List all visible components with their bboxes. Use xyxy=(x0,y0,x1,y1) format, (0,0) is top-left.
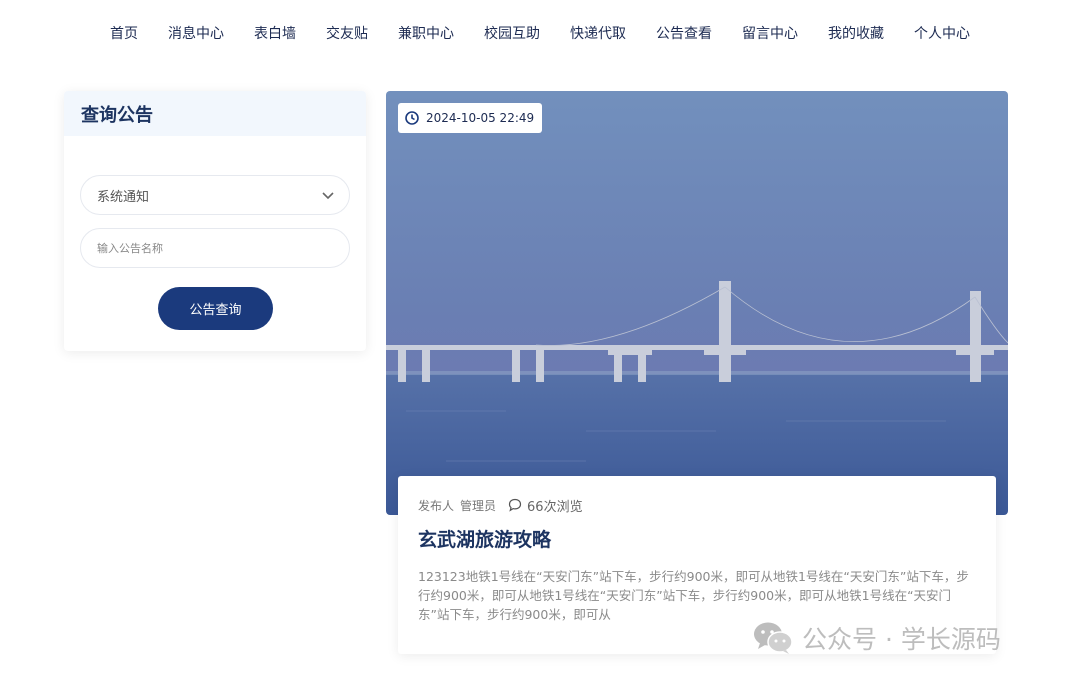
wechat-icon xyxy=(754,622,793,654)
nav-item-friend-posts[interactable]: 交友贴 xyxy=(326,23,368,43)
nav-item-notices[interactable]: 公告查看 xyxy=(656,23,712,43)
category-select-value: 系统通知 xyxy=(97,189,150,205)
nav-item-campus-help[interactable]: 校园互助 xyxy=(484,23,540,43)
clock-icon xyxy=(405,111,419,125)
notice-name-input[interactable] xyxy=(80,228,350,268)
notice-card[interactable] xyxy=(386,91,1008,515)
comment-icon xyxy=(508,498,522,512)
watermark: 公众号 · 学长源码 xyxy=(752,618,1001,658)
chevron-down-icon xyxy=(322,192,334,200)
notice-search-panel: 查询公告 系统通知 公告查询 xyxy=(64,91,366,351)
nav-list: 首页 消息中心 表白墙 交友贴 兼职中心 校园互助 快递代取 公告查看 留言中心… xyxy=(95,23,985,43)
nav-item-messages[interactable]: 消息中心 xyxy=(168,23,224,43)
top-nav: 首页 消息中心 表白墙 交友贴 兼职中心 校园互助 快递代取 公告查看 留言中心… xyxy=(0,0,1080,66)
nav-item-guestbook[interactable]: 留言中心 xyxy=(742,23,798,43)
nav-item-confession-wall[interactable]: 表白墙 xyxy=(254,23,296,43)
author-name: 管理员 xyxy=(460,498,497,513)
nav-item-part-time[interactable]: 兼职中心 xyxy=(398,23,454,43)
notice-cover-image xyxy=(386,91,1008,515)
watermark-text: 公众号 · 学长源码 xyxy=(802,625,1001,654)
query-notice-button[interactable]: 公告查询 xyxy=(158,287,273,330)
notice-date-badge: 2024-10-05 22:49 xyxy=(398,103,542,133)
panel-title: 查询公告 xyxy=(81,104,153,126)
view-count: 66次浏览 xyxy=(527,499,583,515)
nav-item-profile[interactable]: 个人中心 xyxy=(914,23,970,43)
nav-item-home[interactable]: 首页 xyxy=(110,23,138,43)
notice-date: 2024-10-05 22:49 xyxy=(426,111,535,125)
author-label: 发布人 xyxy=(418,498,455,513)
nav-item-express-pickup[interactable]: 快递代取 xyxy=(570,23,626,43)
notice-meta: 发布人 管理员 66次浏览 xyxy=(418,496,976,515)
notice-title[interactable]: 玄武湖旅游攻略 xyxy=(418,525,976,552)
category-select[interactable]: 系统通知 xyxy=(80,175,350,215)
notice-excerpt: 123123地铁1号线在“天安门东”站下车，步行约900米，即可从地铁1号线在“… xyxy=(418,569,969,622)
nav-item-favorites[interactable]: 我的收藏 xyxy=(828,23,884,43)
panel-header: 查询公告 xyxy=(64,91,366,136)
